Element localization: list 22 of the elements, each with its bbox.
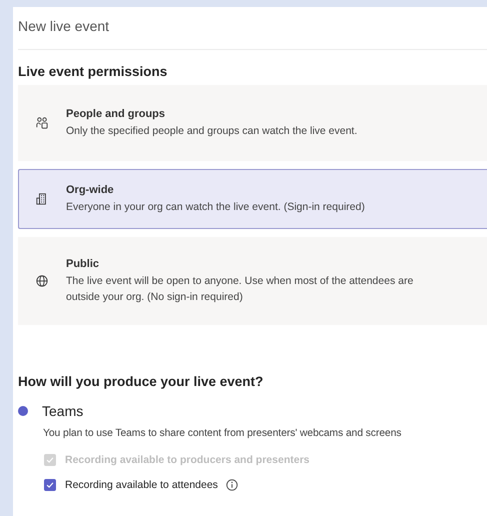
checkbox-label: Recording available to producers and presenters [65, 454, 310, 466]
option-description: Everyone in your org can watch the live event. (Sign-in required) [66, 200, 365, 214]
section-heading: How will you produce your live event? [18, 374, 264, 389]
option-title: People and groups [66, 108, 166, 120]
section-heading: Live event permissions [18, 64, 168, 79]
people-icon [36, 117, 48, 129]
globe-icon [36, 275, 48, 287]
building-icon [36, 193, 48, 205]
permission-option[interactable]: Public The live event will be open to anyone. Use when most of the attendees are outside your org. (No sign-in required) [18, 237, 487, 325]
checkbox-label: Recording available to attendees [65, 478, 218, 490]
checkbox[interactable] [44, 478, 56, 490]
option-description: You plan to use Teams to share content from presenters' webcams and screens [43, 428, 402, 439]
option-description: Only the specified people and groups can watch the live event. [66, 124, 358, 138]
permission-option[interactable]: Org-wide Everyone in your org can watch the live event. (Sign-in required) [18, 169, 487, 229]
option-title: Org-wide [66, 184, 115, 196]
permission-option[interactable]: People and groups Only the specified people and groups can watch the live event. [18, 85, 487, 161]
option-title: Public [66, 258, 100, 270]
radio-label: Teams [42, 403, 84, 419]
info-icon[interactable] [226, 478, 238, 490]
radio-button[interactable] [18, 406, 28, 416]
dialog-title: New live event [18, 17, 110, 36]
option-description: The live event will be open to anyone. Use when most of the attendees are outside your org. (No sign-in required) [66, 274, 414, 304]
